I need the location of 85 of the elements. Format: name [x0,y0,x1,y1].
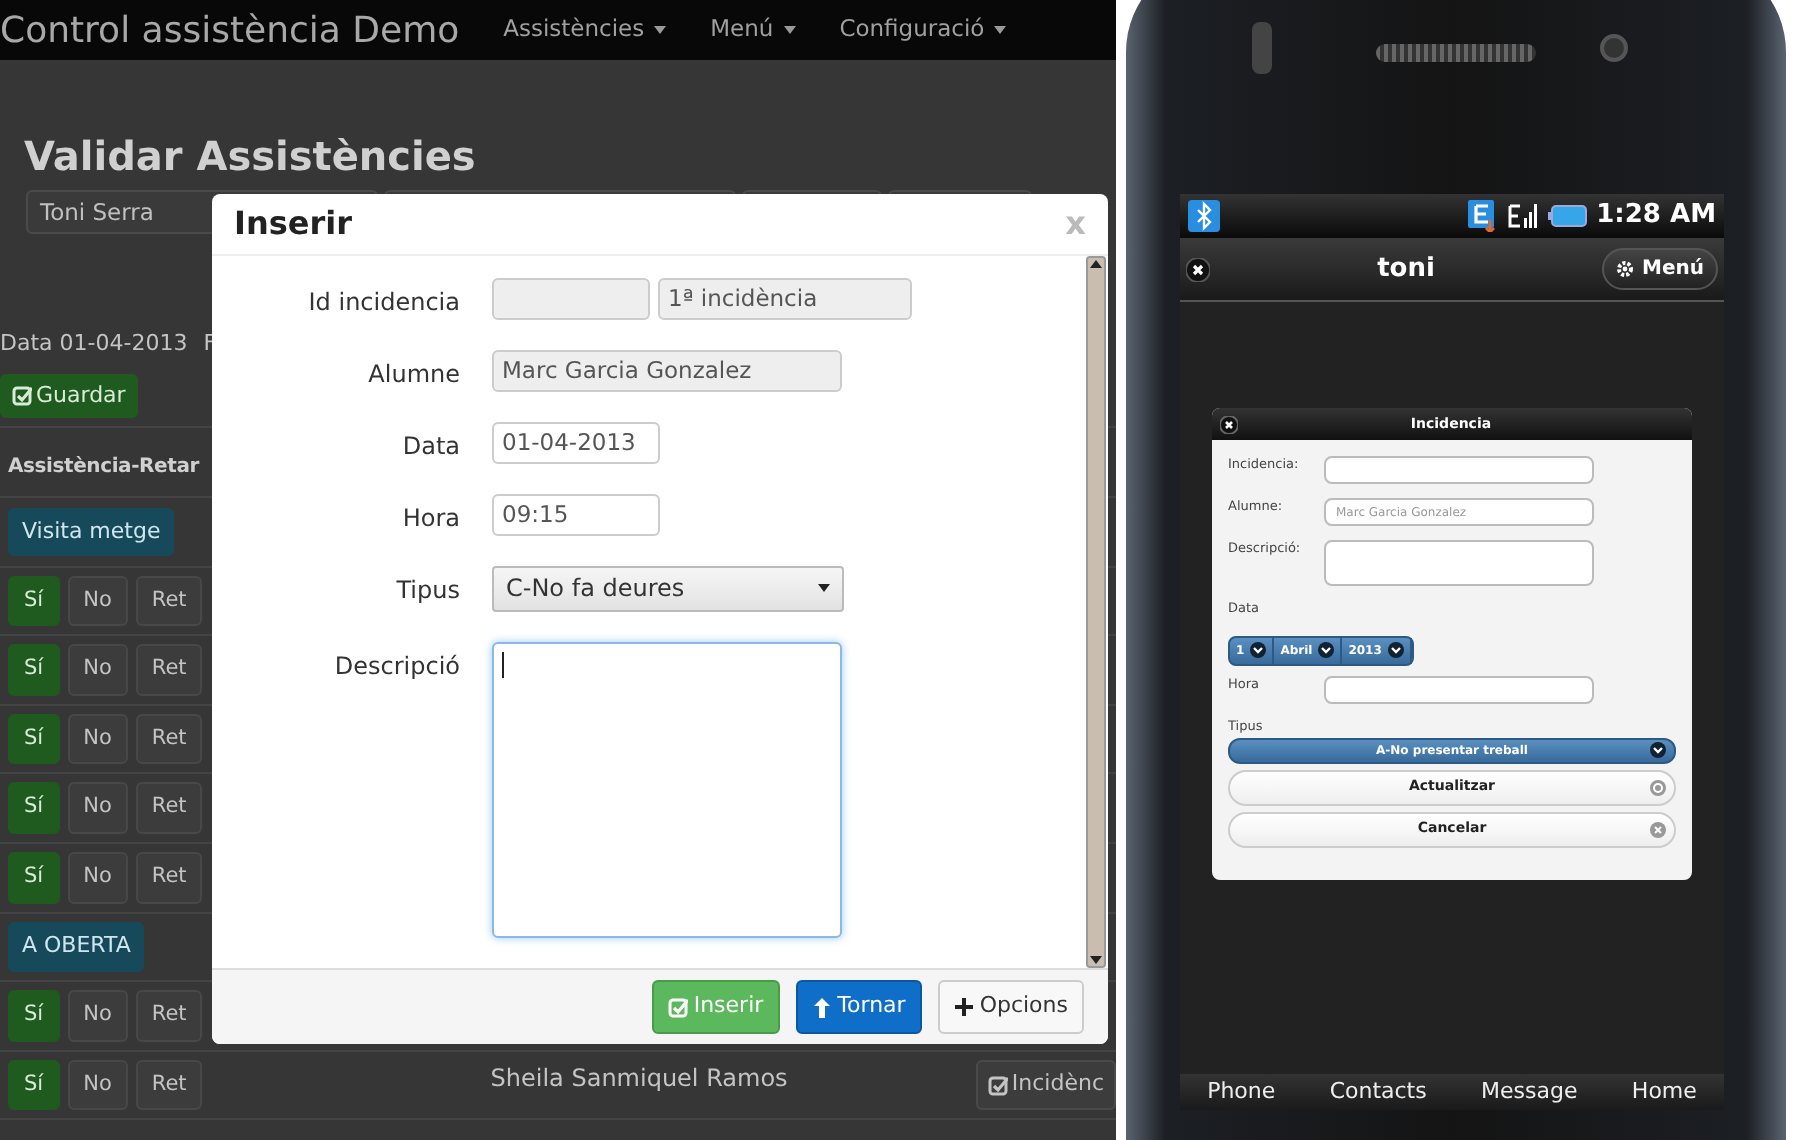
attendance-option[interactable]: Ret [135,990,203,1042]
attendance-option[interactable]: Ret [135,782,203,835]
caret-icon [818,584,830,593]
close-icon [1650,821,1666,837]
field-label: Descripció [332,649,460,684]
field-label: Data [400,429,460,464]
caret-icon [994,26,1007,34]
brand-title[interactable]: Control assistència Demo [0,3,460,57]
date-label: Data 01-04-2013 [0,328,188,360]
nav-item[interactable]: Contacts [1329,1075,1427,1109]
chevron-icon [1250,642,1267,659]
student-name: Sheila Sanmiquel Ramos [490,1061,788,1096]
nav-menu[interactable]: Menú [710,12,796,48]
app-title: toni [1377,251,1435,288]
bluetooth-icon [1188,200,1220,232]
attendance-option[interactable]: Sí [8,990,60,1042]
attendance-option[interactable]: Ret [135,851,203,904]
text-cursor [502,651,504,678]
caret-icon [654,26,667,34]
chevron-icon [1387,642,1404,659]
nav-item[interactable]: Phone [1207,1075,1276,1109]
input-field[interactable]: 01-04-2013 [492,421,660,464]
close-icon [1220,415,1238,433]
attendance-option[interactable]: Sí [8,575,60,627]
down-arrow-icon [1088,953,1104,966]
scrollbar[interactable] [1086,255,1106,968]
nav-item[interactable]: Message [1481,1075,1578,1109]
status-time: 1:28 AM [1596,198,1716,235]
attendance-option[interactable]: Sí [8,851,60,904]
attendance-option[interactable]: Sí [8,782,60,835]
nav-menu[interactable]: Configuració [839,12,1007,48]
sensor-window [1252,22,1272,74]
nav-menu[interactable]: Assistències [503,12,667,48]
text-area[interactable] [1324,540,1594,586]
close-button[interactable] [1220,415,1238,433]
battery-icon [1548,204,1589,228]
plus-icon [953,995,974,1018]
attendance-option[interactable]: Ret [135,1059,203,1111]
nav-item[interactable]: Home [1631,1075,1697,1109]
attendance-option[interactable]: No [67,1059,128,1111]
close-button[interactable] [1186,257,1210,281]
attendance-option[interactable]: No [67,990,128,1042]
attendance-option[interactable]: Sí [8,644,60,696]
camera-lens [1600,34,1628,62]
group-button[interactable]: A OBERTA [8,922,145,972]
attendance-option[interactable]: Ret [135,644,203,696]
field-label: Hora [400,501,460,536]
caret-icon [783,26,796,34]
check-icon [12,384,32,407]
field-label: Id incidencia [306,285,460,320]
save-button[interactable]: Guardar [0,373,138,418]
column-header: Assistència-Retar [8,456,200,478]
input-field[interactable] [1324,456,1594,484]
page-title: Validar Assistències [24,130,478,184]
chevron-icon [1650,742,1666,758]
up-arrow-icon [1088,257,1104,270]
check-circle-icon [1650,779,1666,795]
gear-icon [1616,260,1635,278]
chevron-icon [1318,642,1335,659]
up-arrow-icon [811,995,832,1018]
menu-button[interactable]: Menú [1602,248,1718,290]
field-label: Tipus [394,573,460,608]
signal-icon [1508,202,1541,230]
action-button[interactable]: Opcions [937,980,1084,1034]
attendance-option[interactable]: No [67,644,128,696]
group-button[interactable]: Visita metge [8,507,175,557]
action-button[interactable]: Tornar [795,980,922,1034]
attendance-option[interactable]: Ret [135,713,203,765]
edit-icon [987,1074,1008,1097]
close-icon [1186,257,1210,281]
attendance-option[interactable]: Ret [135,575,203,627]
attendance-option[interactable]: No [67,782,128,835]
attendance-option[interactable]: Sí [8,713,60,765]
field-label: Alumne [366,357,460,392]
incident-button[interactable]: Incidènc [975,1060,1116,1110]
text-area[interactable] [492,641,842,938]
input-field[interactable]: 09:15 [492,493,660,536]
check-icon [667,995,688,1018]
attendance-option[interactable]: No [67,575,128,627]
attendance-option[interactable]: No [67,851,128,904]
attendance-option[interactable]: No [67,713,128,765]
attendance-option[interactable]: Sí [8,1059,60,1111]
select-field[interactable]: C-No fa deures [492,565,844,612]
data-network-icon [1468,200,1501,232]
input-field[interactable] [1324,675,1594,704]
